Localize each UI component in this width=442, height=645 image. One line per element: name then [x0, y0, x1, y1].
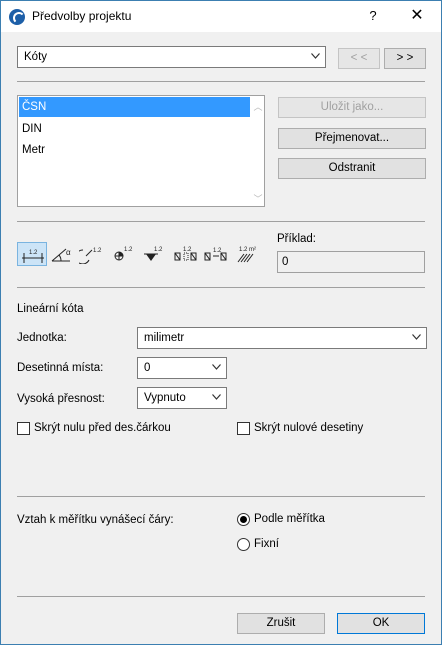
scheme-list[interactable]: ČSN DIN Metr ︿ ﹀ [17, 95, 265, 207]
window-title: Předvolby projektu [32, 9, 132, 23]
svg-text:1.2: 1.2 [29, 250, 38, 256]
decimals-select-value: 0 [144, 362, 151, 374]
example-value: 0 [282, 256, 289, 268]
linear-dimension-icon[interactable]: 1.2 [17, 242, 47, 266]
svg-text:1.2: 1.2 [124, 247, 133, 253]
chevron-down-icon [412, 334, 421, 342]
hide-zero-before-label: Skrýt nulu před des.čárkou [34, 422, 171, 434]
chevron-down-icon [212, 394, 221, 402]
unit-select[interactable]: milimetr [137, 327, 427, 349]
list-item-csn[interactable]: ČSN [19, 97, 250, 117]
svg-text:1.2: 1.2 [93, 248, 102, 254]
area-dimension-icon[interactable]: 1.2 m² [233, 242, 263, 266]
separator [17, 221, 425, 222]
close-button[interactable]: ✕ [405, 6, 429, 26]
radial-dimension-icon[interactable]: 1.2 [77, 242, 107, 266]
svg-text:1.2: 1.2 [183, 247, 192, 253]
scale-relation-label: Vztah k měřítku vynášecí čáry: [17, 514, 174, 526]
unit-label: Jednotka: [17, 332, 67, 344]
decimals-label: Desetinná místa: [17, 362, 104, 374]
svg-text:1.2: 1.2 [154, 247, 163, 253]
unit-select-value: milimetr [144, 332, 185, 344]
scroll-down-icon[interactable]: ﹀ [252, 192, 264, 204]
category-select[interactable]: Kóty [17, 46, 326, 68]
radio-by-scale-label: Podle měřítka [254, 513, 325, 525]
save-as-button[interactable]: Uložit jako... [278, 97, 426, 118]
example-preview: 0 [277, 251, 425, 273]
svg-text:α: α [66, 248, 71, 257]
ok-button[interactable]: OK [337, 613, 425, 634]
example-label: Příklad: [277, 233, 316, 245]
app-icon [9, 9, 25, 25]
precision-select[interactable]: Vypnuto [137, 387, 227, 409]
sill-height-dimension-icon[interactable]: 1.2 [201, 242, 231, 266]
hide-zero-before-checkbox[interactable] [17, 422, 30, 435]
decimals-select[interactable]: 0 [137, 357, 227, 379]
separator [17, 496, 425, 497]
level-dimension-icon[interactable]: 1.2 [109, 242, 139, 266]
title-bar: Předvolby projektu ? ✕ [1, 1, 441, 32]
radio-by-scale[interactable] [237, 513, 250, 526]
svg-text:1.2: 1.2 [213, 248, 222, 254]
precision-label: Vysoká přesnost: [17, 393, 105, 405]
separator [17, 287, 425, 288]
separator [17, 81, 425, 82]
help-button[interactable]: ? [363, 8, 383, 26]
rename-button[interactable]: Přejmenovat... [278, 128, 426, 149]
category-select-value: Kóty [24, 51, 48, 63]
project-preferences-dialog: Předvolby projektu ? ✕ Kóty < < > > ČSN … [0, 0, 442, 645]
radio-fixed[interactable] [237, 538, 250, 551]
list-item-metr[interactable]: Metr [19, 140, 250, 160]
separator [17, 596, 425, 597]
next-page-button[interactable]: > > [384, 48, 426, 69]
door-window-dimension-icon[interactable]: 1.2 [171, 242, 201, 266]
cancel-button[interactable]: Zrušit [237, 613, 325, 634]
precision-select-value: Vypnuto [144, 392, 186, 404]
hide-zero-decimals-checkbox[interactable] [237, 422, 250, 435]
svg-text:1.2 m²: 1.2 m² [239, 247, 256, 253]
list-item-din[interactable]: DIN [19, 119, 250, 139]
section-title: Lineární kóta [17, 303, 84, 315]
hide-zero-decimals-label: Skrýt nulové desetiny [254, 422, 364, 434]
scroll-up-icon[interactable]: ︿ [252, 100, 264, 112]
radio-fixed-label: Fixní [254, 538, 279, 550]
elevation-dimension-icon[interactable]: 1.2 [139, 242, 169, 266]
delete-button[interactable]: Odstranit [278, 158, 426, 179]
angle-dimension-icon[interactable]: α [47, 242, 77, 266]
chevron-down-icon [212, 364, 221, 372]
previous-page-button[interactable]: < < [338, 48, 380, 69]
chevron-down-icon [311, 53, 320, 61]
